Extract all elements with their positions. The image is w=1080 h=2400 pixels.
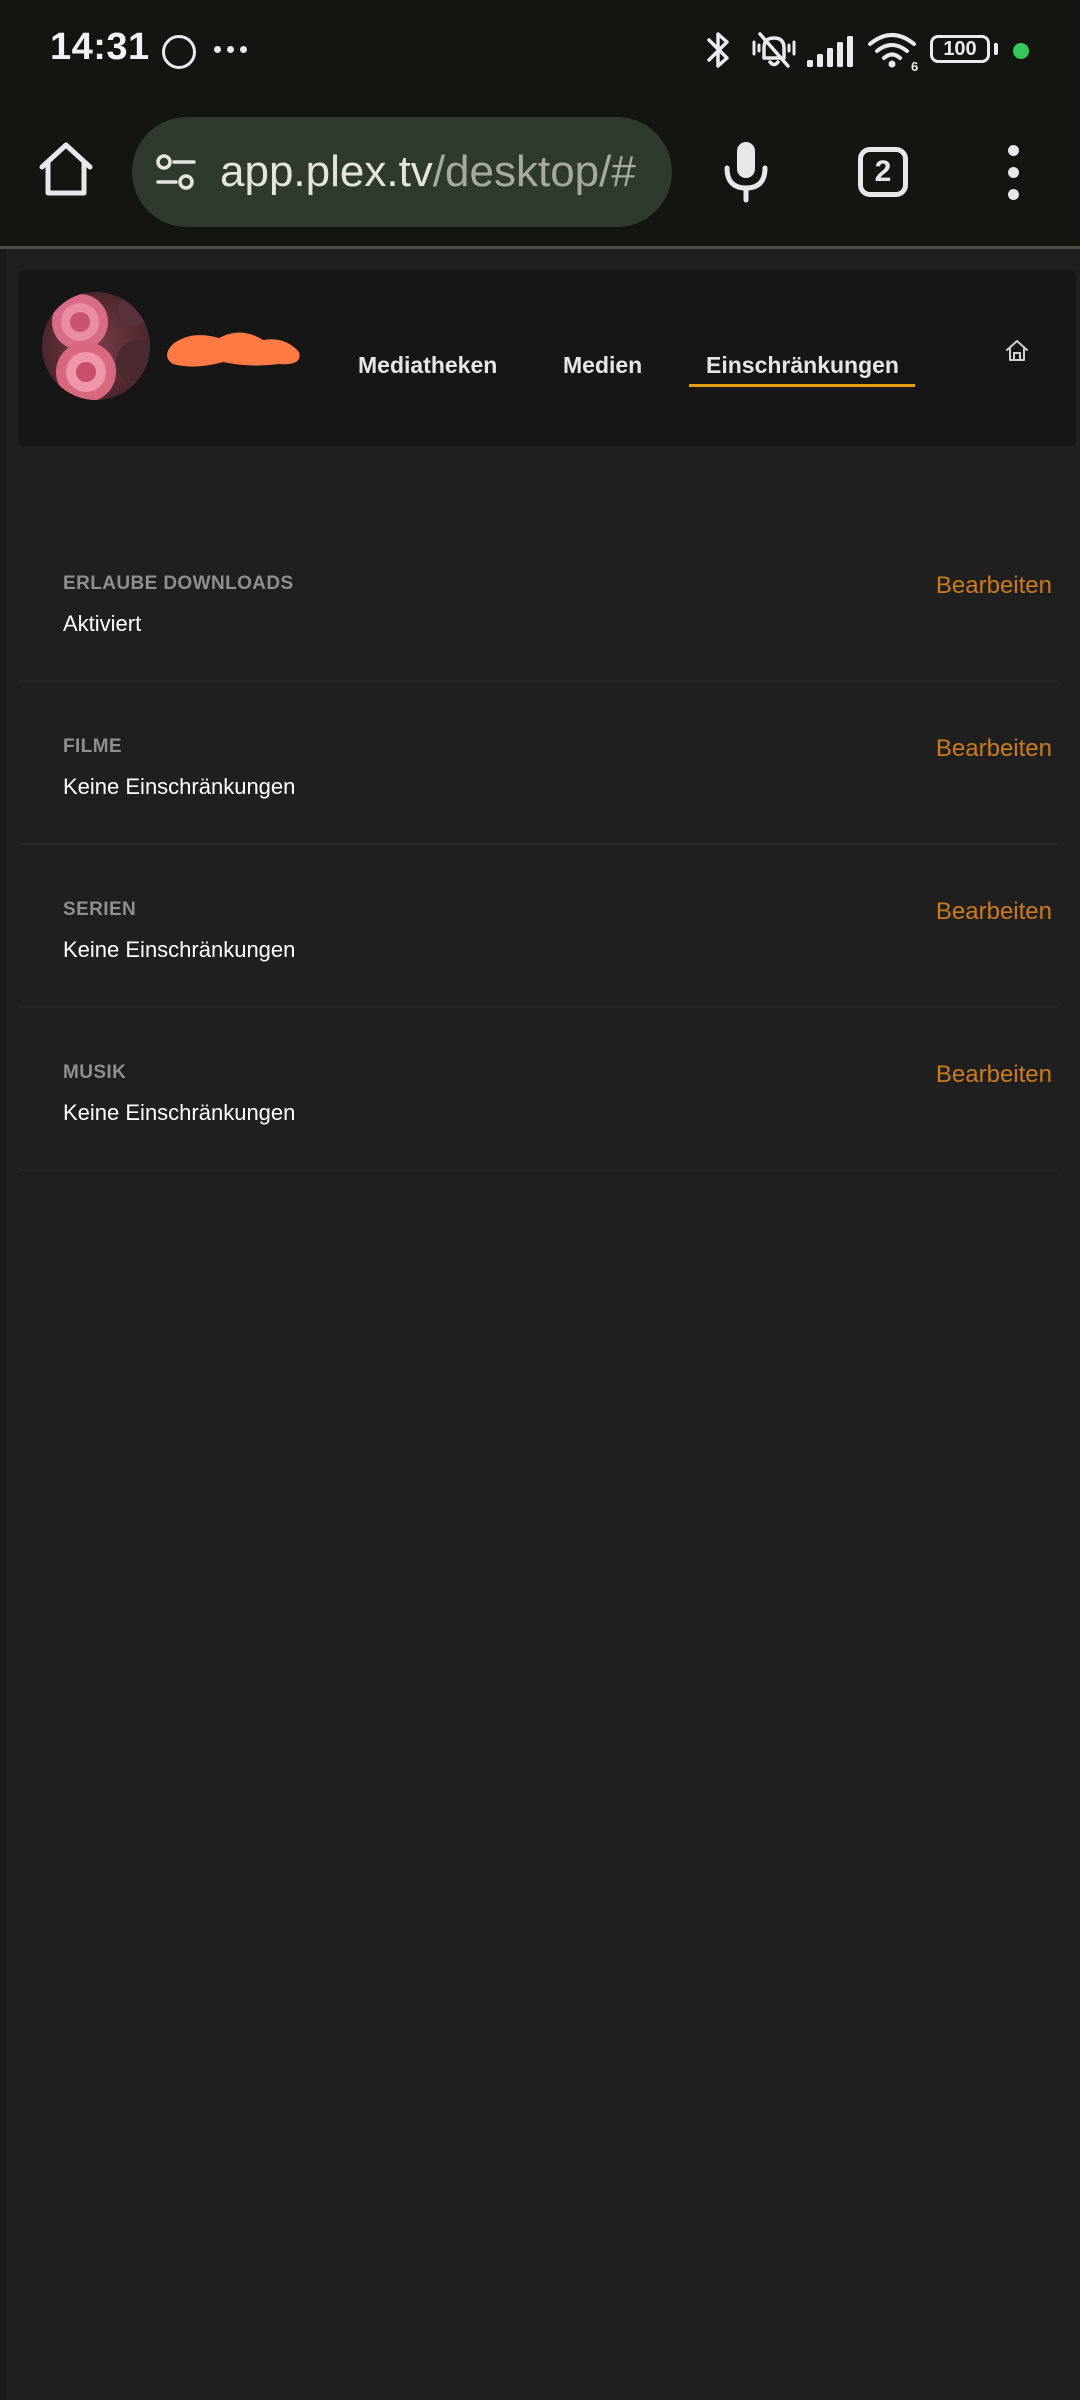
battery-icon: 100 bbox=[930, 35, 990, 63]
muted-bell-icon bbox=[752, 32, 796, 68]
restriction-value: Aktiviert bbox=[63, 611, 142, 636]
restriction-row-musik: MUSIK Keine Einschränkungen Bearbeiten bbox=[18, 1008, 1058, 1171]
privacy-indicator-icon bbox=[1013, 43, 1029, 59]
edit-musik-button[interactable]: Bearbeiten bbox=[936, 1061, 1052, 1089]
restriction-row-filme: FILME Keine Einschränkungen Bearbeiten bbox=[18, 682, 1058, 845]
tab-mediatheken[interactable]: Mediatheken bbox=[358, 352, 497, 379]
status-time: 14:31 bbox=[50, 26, 150, 68]
account-header: Mediatheken Medien Einschränkungen bbox=[18, 270, 1076, 446]
url-path: /desktop/# bbox=[432, 147, 636, 196]
tab-medien[interactable]: Medien bbox=[563, 352, 642, 379]
restriction-title: ERLAUBE DOWNLOADS bbox=[63, 573, 294, 594]
svg-text:6: 6 bbox=[911, 59, 918, 72]
edit-downloads-button[interactable]: Bearbeiten bbox=[936, 572, 1052, 600]
restriction-value: Keine Einschränkungen bbox=[63, 937, 296, 962]
restriction-row-serien: SERIEN Keine Einschränkungen Bearbeiten bbox=[18, 845, 1058, 1008]
cellular-signal-icon bbox=[807, 36, 853, 67]
home-outline-icon[interactable] bbox=[1004, 338, 1030, 364]
active-tab-indicator bbox=[689, 384, 915, 387]
restriction-title: SERIEN bbox=[63, 899, 137, 920]
status-bar: 14:31 6 100 bbox=[0, 0, 1080, 100]
home-icon[interactable] bbox=[32, 135, 100, 203]
page-edge bbox=[0, 249, 6, 2400]
restriction-value: Keine Einschränkungen bbox=[63, 774, 296, 799]
restrictions-list: ERLAUBE DOWNLOADS Aktiviert Bearbeiten F… bbox=[18, 519, 1058, 1171]
edit-filme-button[interactable]: Bearbeiten bbox=[936, 735, 1052, 763]
circle-notification-icon bbox=[162, 35, 196, 69]
restriction-title: MUSIK bbox=[63, 1062, 127, 1083]
battery-tip bbox=[994, 43, 998, 55]
restriction-title: FILME bbox=[63, 736, 122, 757]
restriction-value: Keine Einschränkungen bbox=[63, 1100, 296, 1125]
url-text[interactable]: app.plex.tv/desktop/# bbox=[220, 147, 636, 197]
avatar-image[interactable] bbox=[42, 292, 150, 400]
more-notifications-icon bbox=[214, 46, 250, 54]
browser-toolbar: app.plex.tv/desktop/# 2 bbox=[0, 100, 1080, 249]
url-host: app.plex.tv bbox=[220, 147, 433, 196]
plex-page: Mediatheken Medien Einschränkungen ERLAU… bbox=[0, 249, 1080, 2400]
tab-switcher-button[interactable]: 2 bbox=[858, 147, 908, 197]
tab-einschraenkungen[interactable]: Einschränkungen bbox=[706, 352, 899, 379]
address-bar[interactable]: app.plex.tv/desktop/# bbox=[132, 117, 672, 227]
edit-serien-button[interactable]: Bearbeiten bbox=[936, 898, 1052, 926]
more-vertical-icon[interactable] bbox=[1000, 145, 1028, 201]
wifi-6-icon: 6 bbox=[868, 33, 918, 72]
microphone-icon[interactable] bbox=[712, 138, 780, 206]
username-redaction bbox=[167, 332, 300, 367]
tune-icon[interactable] bbox=[154, 150, 198, 194]
bluetooth-icon bbox=[707, 32, 729, 68]
restriction-row-downloads: ERLAUBE DOWNLOADS Aktiviert Bearbeiten bbox=[18, 519, 1058, 682]
